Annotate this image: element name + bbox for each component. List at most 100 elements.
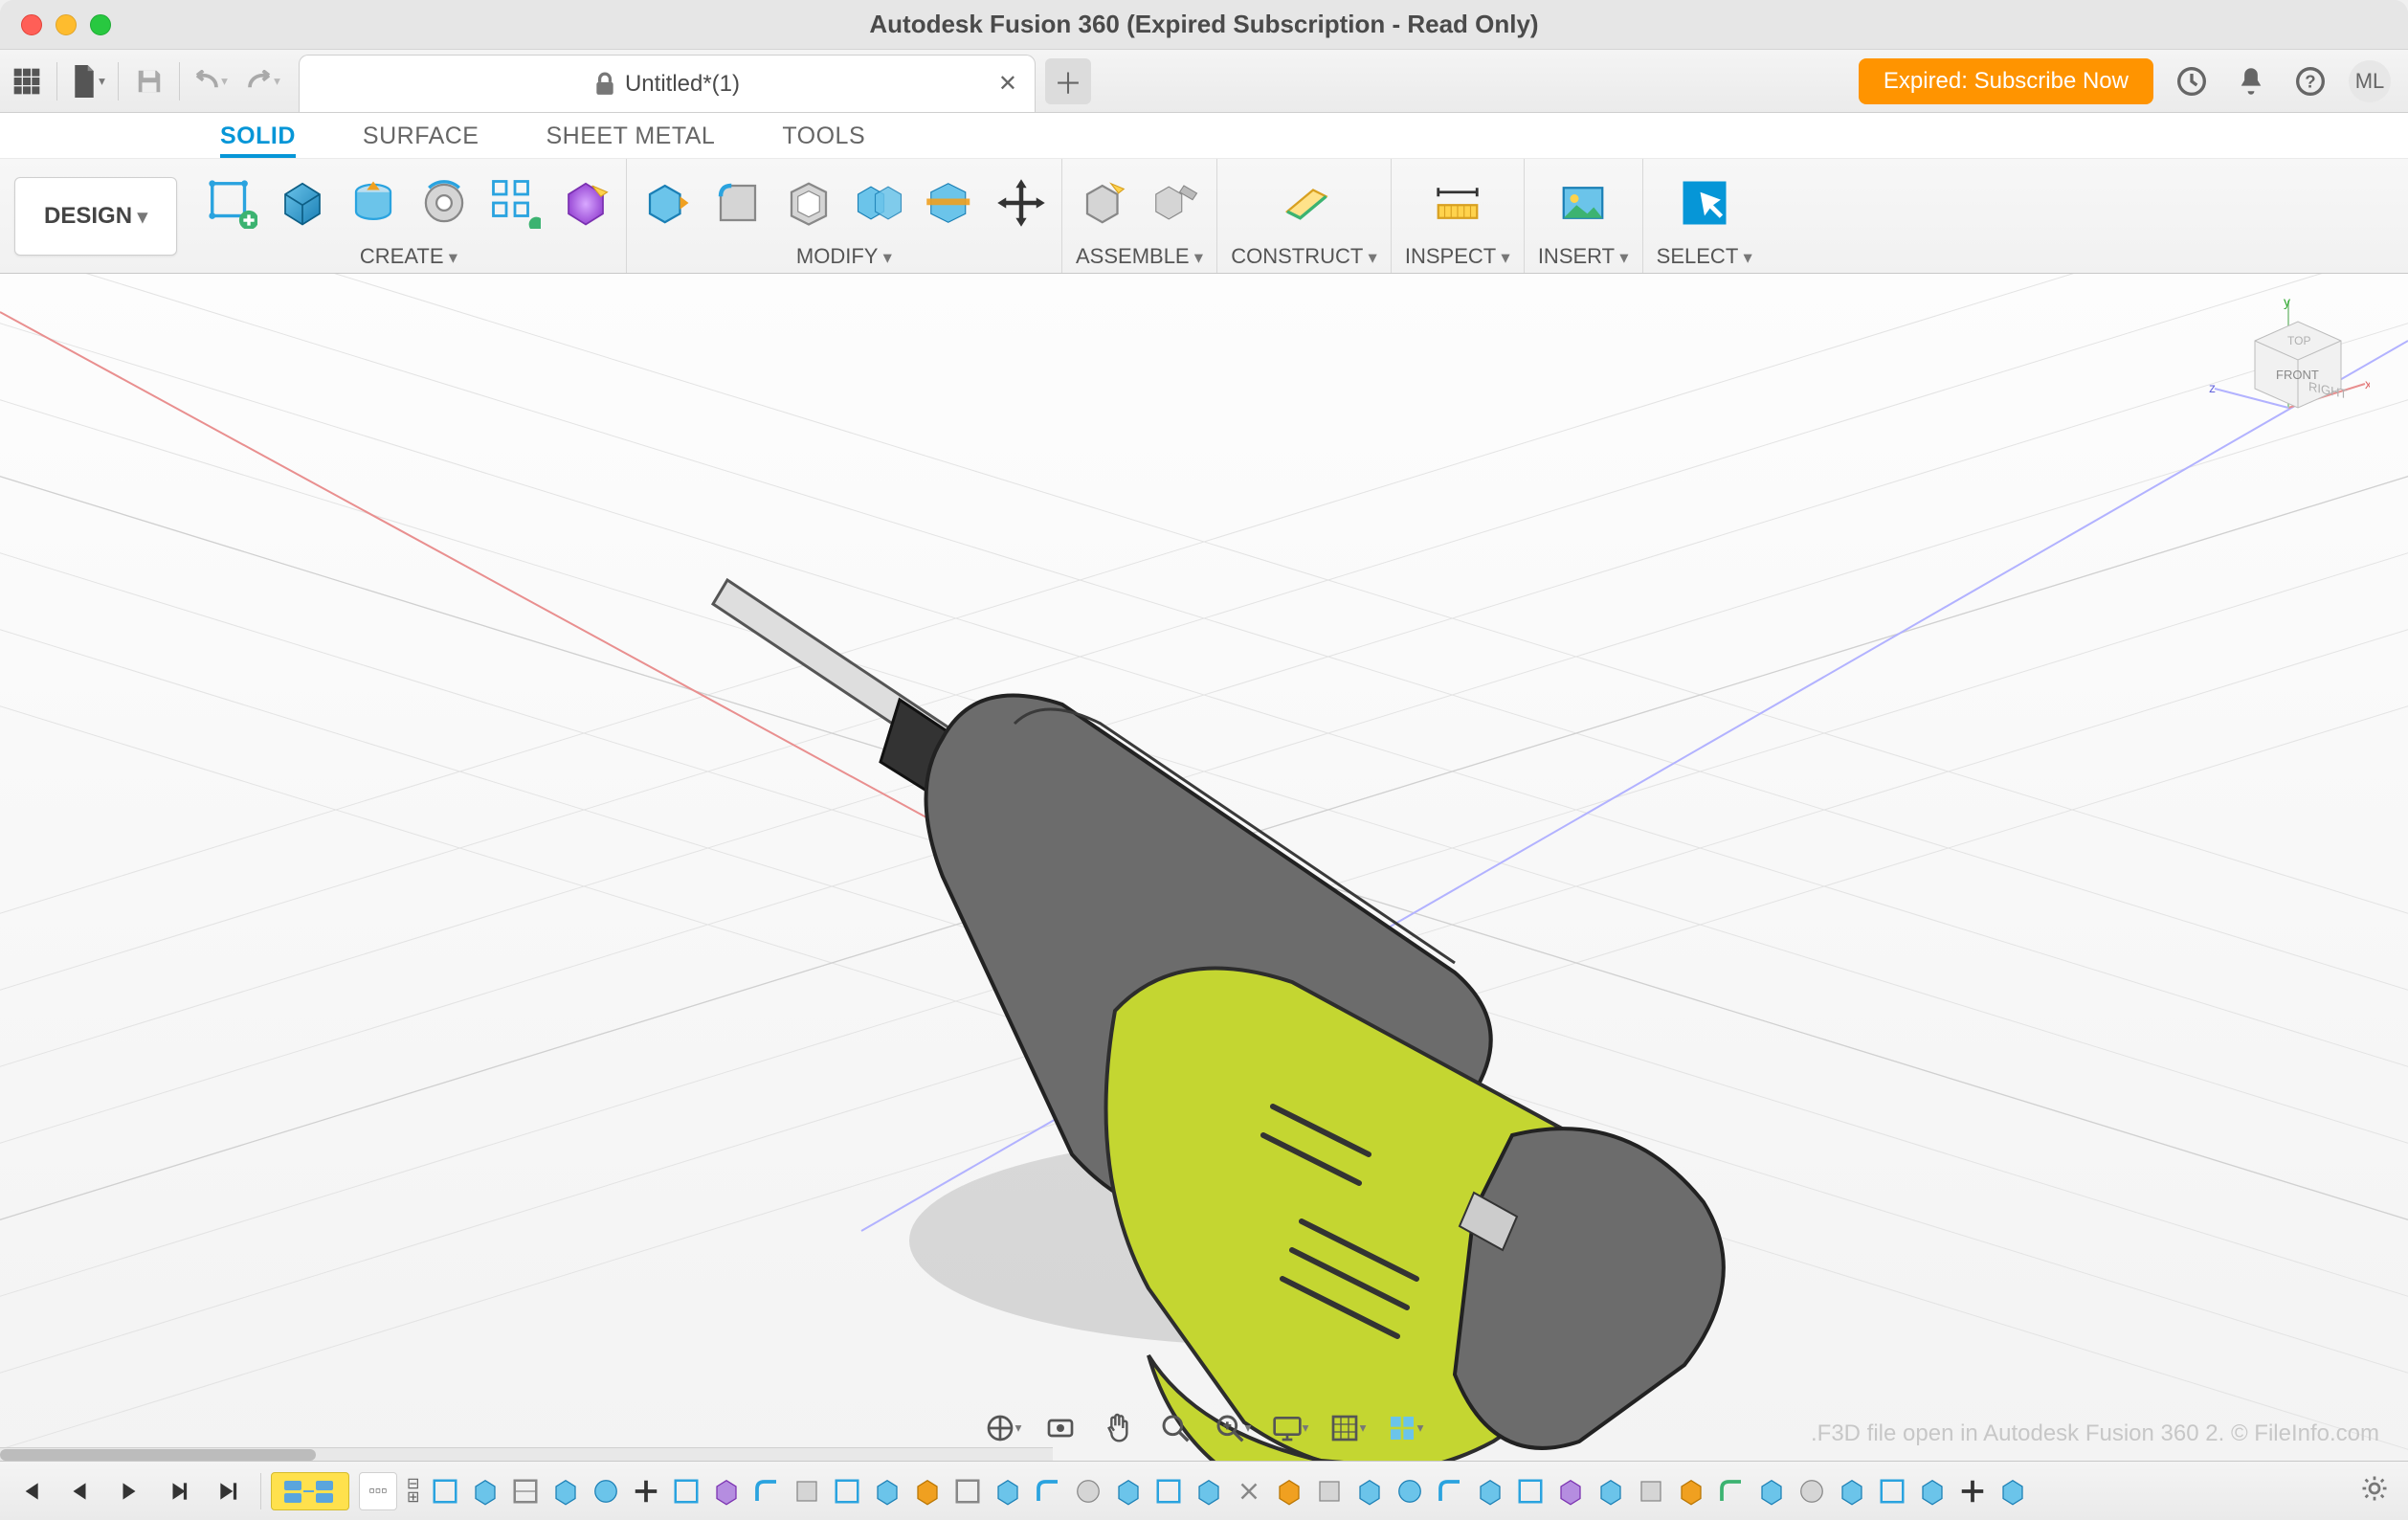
- timeline-feature[interactable]: [1112, 1475, 1145, 1508]
- measure-icon[interactable]: [1431, 176, 1484, 230]
- zoom-window-icon[interactable]: [1214, 1409, 1252, 1447]
- timeline-feature[interactable]: [992, 1475, 1024, 1508]
- timeline-feature[interactable]: [549, 1475, 582, 1508]
- timeline-feature[interactable]: [1956, 1475, 1989, 1508]
- create-sketch-icon[interactable]: [205, 176, 258, 230]
- timeline-feature[interactable]: [1554, 1475, 1587, 1508]
- create-base-feature-icon[interactable]: [559, 176, 613, 230]
- timeline-settings-icon[interactable]: [2356, 1470, 2393, 1507]
- viewport[interactable]: x y z FRONT RIGHT TOP .F3D file open in …: [0, 274, 2408, 1461]
- subscribe-button[interactable]: Expired: Subscribe Now: [1859, 58, 2153, 104]
- viewcube[interactable]: x y z FRONT RIGHT TOP: [2207, 293, 2370, 456]
- ribbon-group-inspect-label[interactable]: INSPECT: [1405, 244, 1510, 269]
- grid-settings-icon[interactable]: [1328, 1409, 1367, 1447]
- revolve-icon[interactable]: [417, 176, 471, 230]
- timeline-feature[interactable]: [1916, 1475, 1949, 1508]
- orbit-icon[interactable]: [984, 1409, 1022, 1447]
- timeline-feature[interactable]: [750, 1475, 783, 1508]
- redo-button[interactable]: [236, 58, 289, 104]
- file-menu-button[interactable]: [61, 58, 114, 104]
- viewport-layout-icon[interactable]: [1386, 1409, 1424, 1447]
- close-tab-button[interactable]: ✕: [998, 70, 1017, 98]
- timeline-feature[interactable]: [911, 1475, 944, 1508]
- timeline-first-button[interactable]: [11, 1473, 48, 1509]
- ribbon-group-modify-label[interactable]: MODIFY: [796, 244, 892, 269]
- ribbon-group-construct-label[interactable]: CONSTRUCT: [1231, 244, 1377, 269]
- undo-button[interactable]: [184, 58, 236, 104]
- zoom-icon[interactable]: [1156, 1409, 1194, 1447]
- ribbon-group-create-label[interactable]: CREATE: [360, 244, 457, 269]
- timeline-feature[interactable]: [590, 1475, 622, 1508]
- timeline-feature[interactable]: [630, 1475, 662, 1508]
- timeline-feature[interactable]: [1996, 1475, 2029, 1508]
- combine-icon[interactable]: [853, 176, 906, 230]
- timeline-feature[interactable]: [831, 1475, 863, 1508]
- timeline-feature[interactable]: [509, 1475, 542, 1508]
- timeline-marker[interactable]: ▫▫▫: [359, 1472, 397, 1510]
- timeline-feature[interactable]: [1635, 1475, 1667, 1508]
- timeline-feature[interactable]: [1836, 1475, 1868, 1508]
- timeline-feature[interactable]: [951, 1475, 984, 1508]
- timeline-feature[interactable]: [1675, 1475, 1707, 1508]
- user-avatar[interactable]: ML: [2349, 60, 2391, 102]
- insert-derive-icon[interactable]: [1556, 176, 1610, 230]
- ribbon-group-insert-label[interactable]: INSERT: [1538, 244, 1629, 269]
- timeline-feature[interactable]: [1514, 1475, 1547, 1508]
- ribbon-group-assemble-label[interactable]: ASSEMBLE: [1076, 244, 1203, 269]
- ribbon-tab-sheetmetal[interactable]: SHEET METAL: [546, 123, 716, 158]
- new-component-icon[interactable]: [1078, 176, 1131, 230]
- look-at-icon[interactable]: [1041, 1409, 1080, 1447]
- timeline-feature[interactable]: [1755, 1475, 1788, 1508]
- data-panel-button[interactable]: [0, 58, 53, 104]
- timeline-group-toggle[interactable]: [271, 1472, 349, 1510]
- timeline-feature[interactable]: [1313, 1475, 1346, 1508]
- ribbon-group-select-label[interactable]: SELECT: [1657, 244, 1752, 269]
- help-icon[interactable]: ?: [2289, 60, 2331, 102]
- extrude-icon[interactable]: [346, 176, 400, 230]
- timeline-feature[interactable]: [1152, 1475, 1185, 1508]
- new-tab-button[interactable]: ＋: [1045, 58, 1091, 104]
- workspace-switcher[interactable]: DESIGN: [0, 159, 191, 273]
- shell-icon[interactable]: [782, 176, 836, 230]
- timeline-feature[interactable]: [1072, 1475, 1104, 1508]
- timeline-feature[interactable]: [1795, 1475, 1828, 1508]
- timeline-expand-toggle[interactable]: ⊟⊞: [407, 1479, 419, 1504]
- move-copy-icon[interactable]: [994, 176, 1048, 230]
- timeline-feature[interactable]: [1233, 1475, 1265, 1508]
- timeline-feature[interactable]: [1715, 1475, 1748, 1508]
- window-close-button[interactable]: [21, 14, 42, 35]
- timeline-feature[interactable]: [1032, 1475, 1064, 1508]
- timeline-last-button[interactable]: [211, 1473, 247, 1509]
- timeline-feature[interactable]: [791, 1475, 823, 1508]
- canvas-horizontal-scrollbar[interactable]: [0, 1447, 1053, 1461]
- timeline-play-button[interactable]: [111, 1473, 147, 1509]
- timeline-next-button[interactable]: [161, 1473, 197, 1509]
- timeline-feature[interactable]: [1434, 1475, 1466, 1508]
- split-body-icon[interactable]: [924, 176, 977, 230]
- timeline-feature[interactable]: [469, 1475, 502, 1508]
- window-minimize-button[interactable]: [56, 14, 77, 35]
- ribbon-tab-tools[interactable]: TOOLS: [782, 123, 865, 158]
- ribbon-tab-surface[interactable]: SURFACE: [363, 123, 479, 158]
- job-status-icon[interactable]: [2171, 60, 2213, 102]
- construct-plane-icon[interactable]: [1278, 176, 1331, 230]
- pan-icon[interactable]: [1099, 1409, 1137, 1447]
- timeline-feature[interactable]: [1876, 1475, 1908, 1508]
- timeline-prev-button[interactable]: [61, 1473, 98, 1509]
- timeline-feature[interactable]: [1594, 1475, 1627, 1508]
- press-pull-icon[interactable]: [640, 176, 694, 230]
- select-icon[interactable]: [1678, 176, 1731, 230]
- fillet-icon[interactable]: [711, 176, 765, 230]
- timeline-feature[interactable]: [710, 1475, 743, 1508]
- notifications-icon[interactable]: [2230, 60, 2272, 102]
- save-button[interactable]: [123, 58, 175, 104]
- timeline-feature[interactable]: [1193, 1475, 1225, 1508]
- timeline-feature[interactable]: [670, 1475, 702, 1508]
- ribbon-tab-solid[interactable]: SOLID: [220, 123, 296, 158]
- timeline-feature[interactable]: [871, 1475, 903, 1508]
- timeline-feature[interactable]: [429, 1475, 461, 1508]
- window-maximize-button[interactable]: [90, 14, 111, 35]
- timeline-feature[interactable]: [1394, 1475, 1426, 1508]
- pattern-icon[interactable]: [488, 176, 542, 230]
- display-settings-icon[interactable]: [1271, 1409, 1309, 1447]
